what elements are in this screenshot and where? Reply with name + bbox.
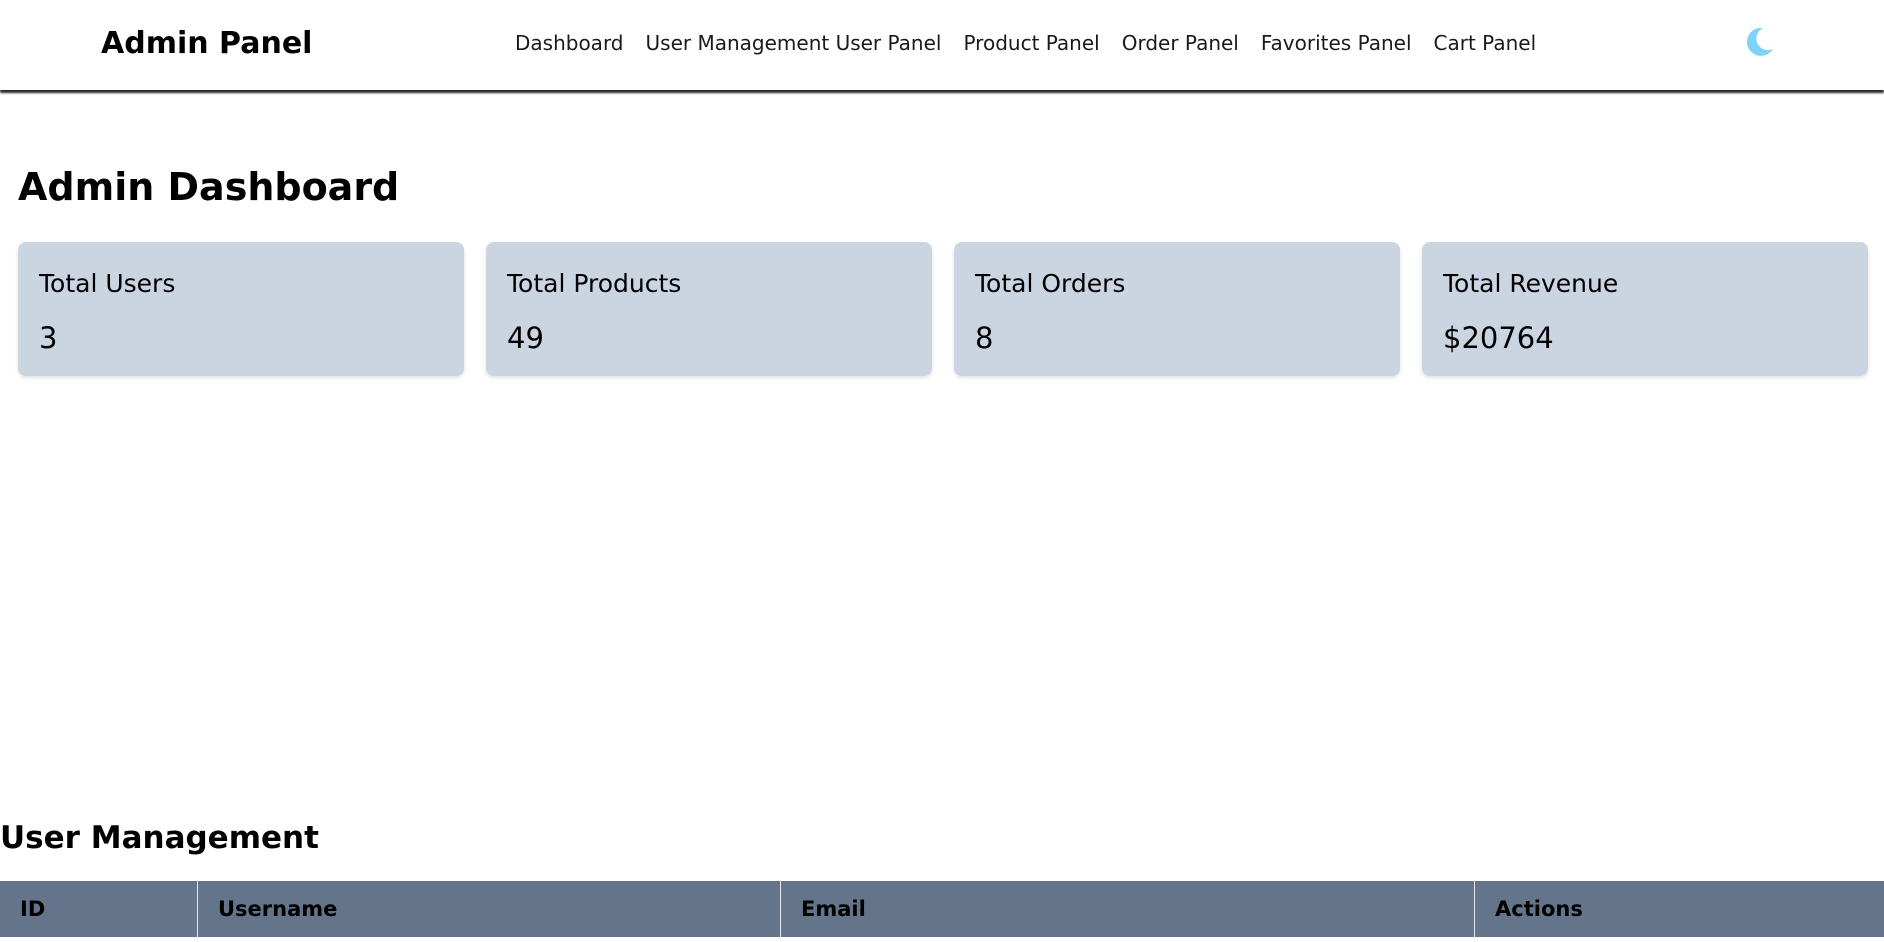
top-navbar: Admin Panel Dashboard User Management Us… [0, 0, 1884, 90]
moon-icon [1746, 27, 1773, 56]
stat-card-total-revenue: Total Revenue $20764 [1422, 242, 1868, 376]
nav-link-cart-panel[interactable]: Cart Panel [1434, 28, 1537, 58]
nav-link-order-panel[interactable]: Order Panel [1122, 28, 1239, 58]
nav-link-favorites-panel[interactable]: Favorites Panel [1261, 28, 1412, 58]
stat-value: 49 [507, 321, 544, 355]
stat-card-total-products: Total Products 49 [486, 242, 932, 376]
nav-link-dashboard[interactable]: Dashboard [515, 28, 624, 58]
nav-links: Dashboard User Management User Panel Pro… [515, 28, 1536, 58]
stat-value: 3 [39, 321, 58, 355]
stats-cards: Total Users 3 Total Products 49 Total Or… [18, 242, 1868, 376]
stat-value: 8 [975, 321, 994, 355]
user-table-header: ID Username Email Actions [0, 881, 1884, 937]
stat-label: Total Orders [975, 269, 1126, 298]
stat-value: $20764 [1443, 321, 1554, 355]
stat-card-total-orders: Total Orders 8 [954, 242, 1400, 376]
theme-toggle-button[interactable] [1742, 25, 1776, 59]
column-header-actions: Actions [1495, 897, 1583, 921]
stat-card-total-users: Total Users 3 [18, 242, 464, 376]
nav-link-user-management[interactable]: User Management User Panel [646, 28, 942, 58]
stat-label: Total Products [507, 269, 682, 298]
column-header-email: Email [781, 881, 1475, 937]
stat-label: Total Users [39, 269, 176, 298]
nav-link-product-panel[interactable]: Product Panel [963, 28, 1099, 58]
user-management-title: User Management [0, 820, 319, 856]
column-header-username: Username [198, 881, 781, 937]
stat-label: Total Revenue [1443, 269, 1619, 298]
page-title: Admin Dashboard [18, 165, 400, 209]
brand-title: Admin Panel [101, 26, 313, 61]
column-header-id: ID [0, 881, 198, 937]
